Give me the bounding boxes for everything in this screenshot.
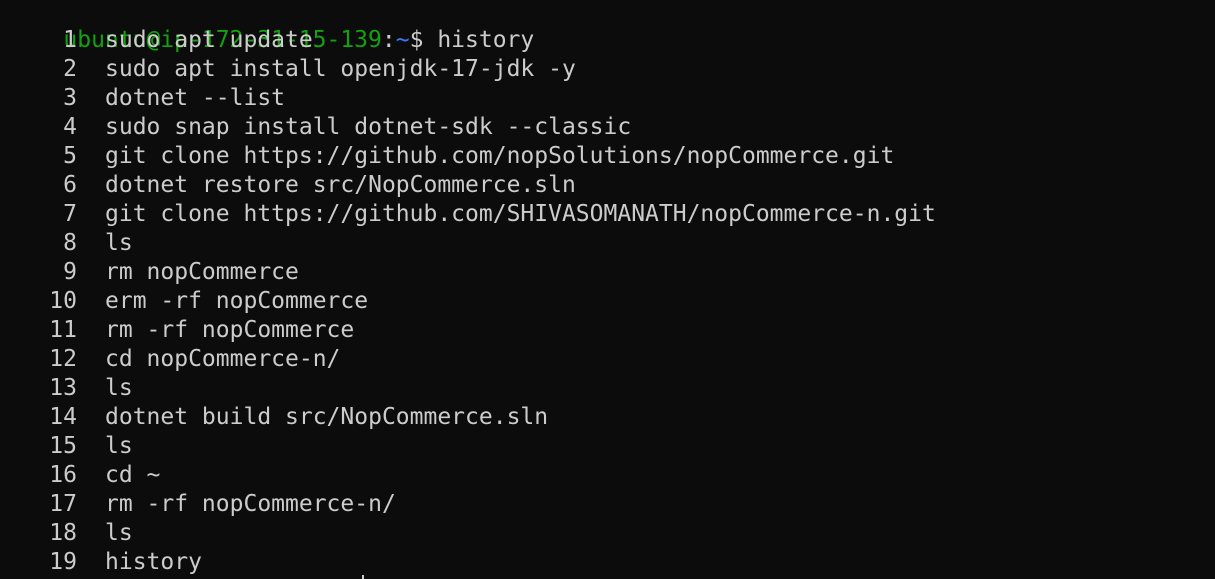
history-row: 10 erm -rf nopCommerce bbox=[8, 287, 368, 316]
history-command: history bbox=[105, 549, 202, 575]
history-command: dotnet build src/NopCommerce.sln bbox=[105, 404, 549, 430]
history-row: 4 sudo snap install dotnet-sdk --classic bbox=[8, 113, 631, 142]
history-number: 15 bbox=[49, 433, 77, 459]
history-number: 6 bbox=[63, 172, 77, 198]
history-command: erm -rf nopCommerce bbox=[105, 288, 369, 314]
history-command: ls bbox=[105, 375, 133, 401]
history-command: dotnet restore src/NopCommerce.sln bbox=[105, 172, 576, 198]
history-row: 6 dotnet restore src/NopCommerce.sln bbox=[8, 171, 576, 200]
history-row: 3 dotnet --list bbox=[8, 84, 285, 113]
history-number: 19 bbox=[49, 549, 77, 575]
history-row: 5 git clone https://github.com/nopSolutio… bbox=[8, 142, 894, 171]
history-command: rm -rf nopCommerce bbox=[105, 317, 355, 343]
prompt-colon: : bbox=[381, 27, 396, 53]
history-command: dotnet --list bbox=[105, 85, 286, 111]
history-command: rm -rf nopCommerce-n/ bbox=[105, 491, 396, 517]
history-row: 15 ls bbox=[8, 432, 133, 461]
history-number: 1 bbox=[63, 27, 77, 53]
text-cursor bbox=[362, 575, 364, 579]
history-number: 10 bbox=[49, 288, 77, 314]
history-number: 11 bbox=[49, 317, 77, 343]
history-row: 12 cd nopCommerce-n/ bbox=[8, 345, 340, 374]
history-command: sudo apt install openjdk-17-jdk -y bbox=[105, 56, 576, 82]
history-number: 5 bbox=[63, 143, 77, 169]
history-number: 14 bbox=[49, 404, 77, 430]
history-row: 19 history bbox=[8, 548, 202, 577]
history-number: 4 bbox=[63, 114, 77, 140]
history-command: sudo snap install dotnet-sdk --classic bbox=[105, 114, 632, 140]
history-command: cd ~ bbox=[105, 462, 161, 488]
history-number: 7 bbox=[63, 201, 77, 227]
history-row: 13 ls bbox=[8, 374, 133, 403]
prompt-command: history bbox=[423, 27, 535, 53]
history-number: 9 bbox=[63, 259, 77, 285]
history-number: 16 bbox=[49, 462, 77, 488]
history-row: 1 sudo apt update bbox=[8, 26, 313, 55]
history-row: 11 rm -rf nopCommerce bbox=[8, 316, 354, 345]
history-row: 17 rm -rf nopCommerce-n/ bbox=[8, 490, 396, 519]
prompt-line: ubuntu@ip-172-31-15-139:~$ history bbox=[8, 0, 534, 53]
prompt-path: ~ bbox=[395, 27, 410, 53]
history-number: 13 bbox=[49, 375, 77, 401]
history-command: ls bbox=[105, 433, 133, 459]
history-command: ls bbox=[105, 520, 133, 546]
history-row: 16 cd ~ bbox=[8, 461, 160, 490]
prompt-dollar: $ bbox=[409, 27, 424, 53]
history-command: rm nopCommerce bbox=[105, 259, 299, 285]
history-number: 17 bbox=[49, 491, 77, 517]
history-command: sudo apt update bbox=[105, 27, 313, 53]
history-row: 8 ls bbox=[8, 229, 133, 258]
history-row: 18 ls bbox=[8, 519, 133, 548]
history-number: 2 bbox=[63, 56, 77, 82]
history-command: cd nopCommerce-n/ bbox=[105, 346, 341, 372]
history-number: 18 bbox=[49, 520, 77, 546]
terminal-window[interactable]: ubuntu@ip-172-31-15-139:~$ history 1 sudo… bbox=[0, 0, 1215, 579]
history-number: 12 bbox=[49, 346, 77, 372]
history-command: git clone https://github.com/nopSolution… bbox=[105, 143, 895, 169]
history-number: 3 bbox=[63, 85, 77, 111]
history-number: 8 bbox=[63, 230, 77, 256]
history-row: 14 dotnet build src/NopCommerce.sln bbox=[8, 403, 548, 432]
history-row: 2 sudo apt install openjdk-17-jdk -y bbox=[8, 55, 576, 84]
history-command: git clone https://github.com/SHIVASOMANA… bbox=[105, 201, 936, 227]
history-row: 7 git clone https://github.com/SHIVASOMAN… bbox=[8, 200, 936, 229]
history-command: ls bbox=[105, 230, 133, 256]
history-row: 9 rm nopCommerce bbox=[8, 258, 299, 287]
